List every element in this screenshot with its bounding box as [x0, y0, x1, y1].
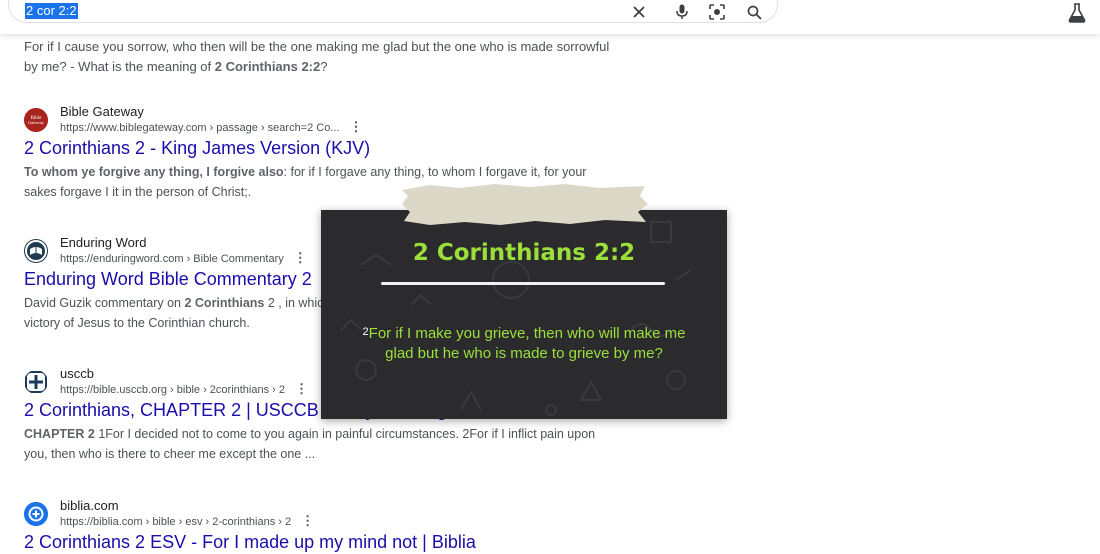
result-snippet: CHAPTER 2 1For I decided not to come to …	[24, 427, 596, 461]
more-options-icon[interactable]: ⋮	[295, 382, 308, 396]
microphone-icon[interactable]	[672, 2, 692, 22]
top-bar: 2 cor 2:2	[0, 0, 1100, 34]
torn-tape-decoration	[402, 184, 648, 225]
result-source[interactable]: biblia.com https://biblia.com › bible › …	[24, 498, 624, 528]
usccb-logo-icon	[24, 370, 48, 394]
close-icon[interactable]	[629, 2, 649, 22]
search-icon[interactable]	[744, 2, 764, 22]
result-source[interactable]: Bible Gateway Bible Gateway https://www.b…	[24, 104, 624, 134]
site-name: Enduring Word	[60, 235, 147, 250]
lens-icon[interactable]	[707, 2, 727, 22]
site-url: https://enduringword.com › Bible Comment…	[60, 250, 307, 266]
more-options-icon[interactable]: ⋮	[294, 251, 307, 265]
verse-card: 2 Corinthians 2:2 2For if I make you gri…	[321, 210, 727, 419]
result-title-link[interactable]: 2 Corinthians 2 - King James Version (KJ…	[24, 136, 624, 160]
enduringword-logo-icon	[24, 239, 48, 263]
search-result: biblia.com https://biblia.com › bible › …	[24, 498, 624, 554]
search-input[interactable]: 2 cor 2:2	[25, 3, 78, 19]
site-url: https://www.biblegateway.com › passage ›…	[60, 119, 363, 135]
verse-number: 2	[362, 326, 369, 338]
site-name: Bible Gateway	[60, 104, 144, 119]
more-options-icon[interactable]: ⋮	[301, 514, 314, 528]
top-snippet-line2: by me? - What is the meaning of 2 Corint…	[24, 59, 328, 74]
search-box[interactable]: 2 cor 2:2	[8, 0, 778, 23]
card-title: 2 Corinthians 2:2	[412, 240, 636, 266]
biblia-logo-icon	[24, 502, 48, 526]
site-name: biblia.com	[60, 498, 119, 513]
card-verse: 2For if I make you grieve, then who will…	[361, 324, 687, 364]
result-title-link[interactable]: 2 Corinthians 2 ESV - For I made up my m…	[24, 530, 624, 554]
site-url: https://biblia.com › bible › esv › 2-cor…	[60, 513, 315, 529]
more-options-icon[interactable]: ⋮	[350, 120, 363, 134]
top-snippet-line1: For if I cause you sorrow, who then will…	[24, 39, 610, 54]
verse-text: For if I make you grieve, then who will …	[368, 325, 686, 362]
top-snippet: For if I cause you sorrow, who then will…	[24, 37, 624, 77]
site-url: https://bible.usccb.org › bible › 2corin…	[60, 381, 309, 397]
svg-text:Gateway: Gateway	[28, 120, 45, 125]
biblegateway-logo-icon: Bible Gateway	[24, 108, 48, 132]
labs-flask-icon[interactable]	[1066, 2, 1088, 24]
site-name: usccb	[60, 366, 94, 381]
card-divider	[381, 282, 665, 285]
